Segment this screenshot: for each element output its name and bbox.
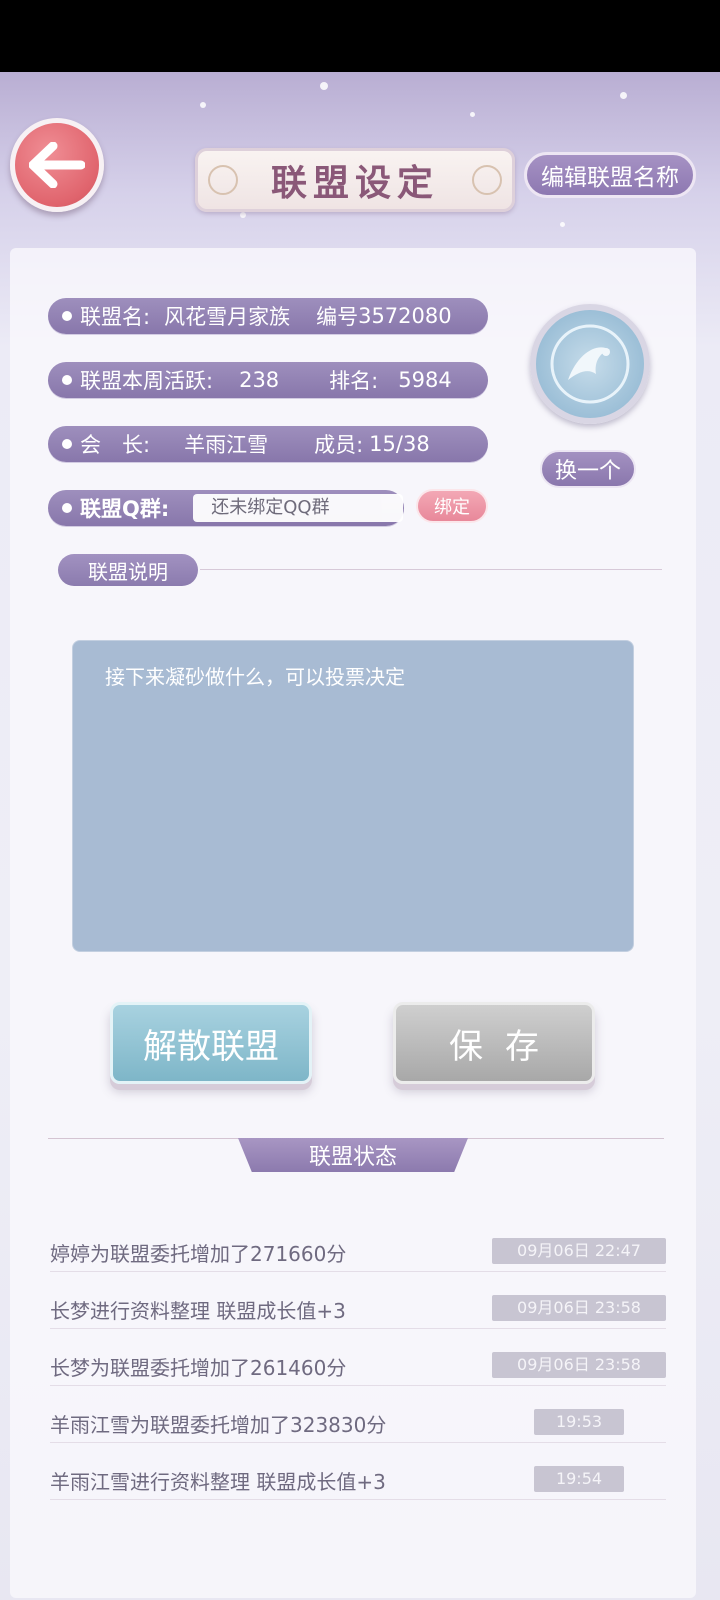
- alliance-name-value: 风花雪月家族: [164, 305, 291, 329]
- description-textarea[interactable]: 接下来凝砂做什么，可以投票决定: [72, 640, 634, 952]
- sparkle-decoration: [470, 112, 475, 117]
- star-icon: [62, 375, 72, 385]
- log-row: 婷婷为联盟委托增加了271660分 09月06日 22:47: [50, 1232, 666, 1272]
- status-bar: [0, 0, 720, 72]
- rank-label: 排名:: [329, 369, 379, 393]
- flower-ornament-icon: [472, 165, 502, 195]
- scene: 联盟设定 编辑联盟名称 联盟名: 风花雪月家族 编号 3572080 联盟本周活…: [0, 72, 720, 1600]
- qq-label: 联盟Q群:: [80, 497, 170, 521]
- log-text: 婷婷为联盟委托增加了271660分: [50, 1242, 347, 1266]
- bullet-icon: [62, 503, 72, 513]
- status-section-tab: 联盟状态: [238, 1138, 468, 1172]
- alliance-emblem: [530, 304, 650, 424]
- alliance-name-label: 联盟名:: [80, 305, 151, 329]
- leader-label: 会 长:: [80, 433, 151, 457]
- log-row: 羊雨江雪为联盟委托增加了323830分 19:53: [50, 1403, 666, 1443]
- change-emblem-button[interactable]: 换一个: [540, 450, 636, 488]
- log-row: 羊雨江雪进行资料整理 联盟成长值+3 19:54: [50, 1460, 666, 1500]
- edit-alliance-name-button[interactable]: 编辑联盟名称: [524, 152, 696, 198]
- sparkle-decoration: [200, 102, 206, 108]
- bullet-icon: [62, 311, 72, 321]
- log-time: 19:54: [534, 1466, 624, 1492]
- alliance-activity-row: 联盟本周活跃: 238 排名: 5984: [48, 362, 488, 398]
- flower-ornament-icon: [208, 165, 238, 195]
- back-button[interactable]: [10, 118, 104, 212]
- log-time: 09月06日 23:58: [492, 1295, 666, 1321]
- members-value: 15/38: [369, 432, 430, 456]
- alliance-qq-row: 联盟Q群: 还未绑定QQ群: [48, 490, 404, 526]
- dissolve-alliance-button[interactable]: 解散联盟: [110, 1002, 312, 1084]
- qq-value: 还未绑定QQ群: [193, 494, 404, 522]
- log-time: 09月06日 23:58: [492, 1352, 666, 1378]
- log-row: 长梦为联盟委托增加了261460分 09月06日 23:58: [50, 1346, 666, 1386]
- log-text: 长梦为联盟委托增加了261460分: [50, 1356, 347, 1380]
- sparkle-decoration: [620, 92, 627, 99]
- log-time: 19:53: [534, 1409, 624, 1435]
- log-text: 羊雨江雪为联盟委托增加了323830分: [50, 1413, 387, 1437]
- alliance-leader-row: 会 长: 羊雨江雪 成员: 15/38: [48, 426, 488, 462]
- sparkle-decoration: [320, 82, 328, 90]
- phoenix-emblem-icon: [550, 324, 630, 404]
- bind-qq-button[interactable]: 绑定: [416, 489, 488, 523]
- activity-value: 238: [239, 368, 280, 392]
- log-time: 09月06日 22:47: [492, 1238, 666, 1264]
- page-title: 联盟设定: [270, 163, 439, 204]
- alliance-id-value: 3572080: [358, 304, 452, 328]
- log-row: 长梦进行资料整理 联盟成长值+3 09月06日 23:58: [50, 1289, 666, 1329]
- rank-value: 5984: [398, 368, 452, 392]
- alliance-name-row: 联盟名: 风花雪月家族 编号 3572080: [48, 298, 488, 334]
- leader-value: 羊雨江雪: [184, 433, 269, 457]
- sparkle-decoration: [560, 222, 565, 227]
- save-button[interactable]: 保存: [393, 1002, 595, 1084]
- activity-label: 联盟本周活跃:: [80, 369, 214, 393]
- sparkle-decoration: [240, 212, 246, 218]
- log-text: 长梦进行资料整理 联盟成长值+3: [50, 1299, 346, 1323]
- sparkle-icon: [62, 439, 72, 449]
- title-plate: 联盟设定: [195, 148, 515, 212]
- alliance-id-label: 编号: [316, 305, 359, 329]
- arrow-left-icon: [29, 142, 85, 188]
- description-section-tab: 联盟说明: [58, 554, 198, 586]
- section-divider: [200, 569, 662, 570]
- members-label: 成员:: [314, 433, 364, 457]
- log-text: 羊雨江雪进行资料整理 联盟成长值+3: [50, 1470, 386, 1494]
